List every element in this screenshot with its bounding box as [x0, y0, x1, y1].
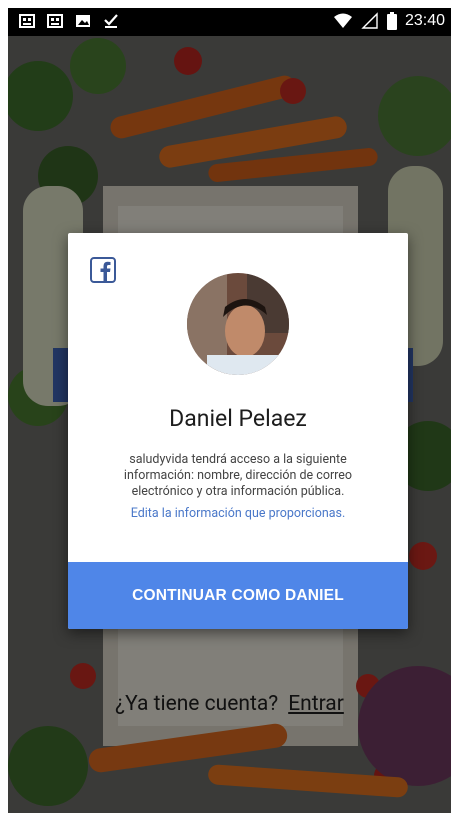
battery-icon [386, 12, 397, 30]
signal-icon [361, 12, 378, 29]
app-notification-icon [47, 14, 63, 28]
account-prompt-text: ¿Ya tiene cuenta? [115, 692, 279, 716]
login-link[interactable]: Entrar [288, 692, 344, 716]
facebook-login-dialog: Daniel Pelaez saludyvida tendrá acceso a… [68, 233, 408, 629]
continue-as-user-button[interactable]: CONTINUAR COMO DANIEL [68, 562, 408, 629]
edit-info-link[interactable]: Edita la información que proporcionas. [68, 506, 408, 521]
download-done-icon [104, 14, 118, 28]
app-notification-icon [19, 14, 35, 28]
wifi-icon [333, 13, 352, 28]
system-icons: 23:40 [333, 12, 445, 30]
avatar [187, 273, 289, 375]
user-name: Daniel Pelaez [169, 405, 307, 432]
notification-icons [18, 12, 120, 30]
status-bar: 23:40 [8, 8, 451, 36]
permissions-info-text: saludyvida tendrá acceso a la siguiente … [123, 452, 353, 499]
facebook-icon [90, 257, 116, 283]
phone-screen: 23:40 ¿Ya tiene cuenta? Entrar Daniel Pe… [8, 8, 451, 813]
account-prompt: ¿Ya tiene cuenta? Entrar [8, 692, 451, 716]
image-icon [76, 15, 90, 27]
clock: 23:40 [404, 12, 445, 29]
